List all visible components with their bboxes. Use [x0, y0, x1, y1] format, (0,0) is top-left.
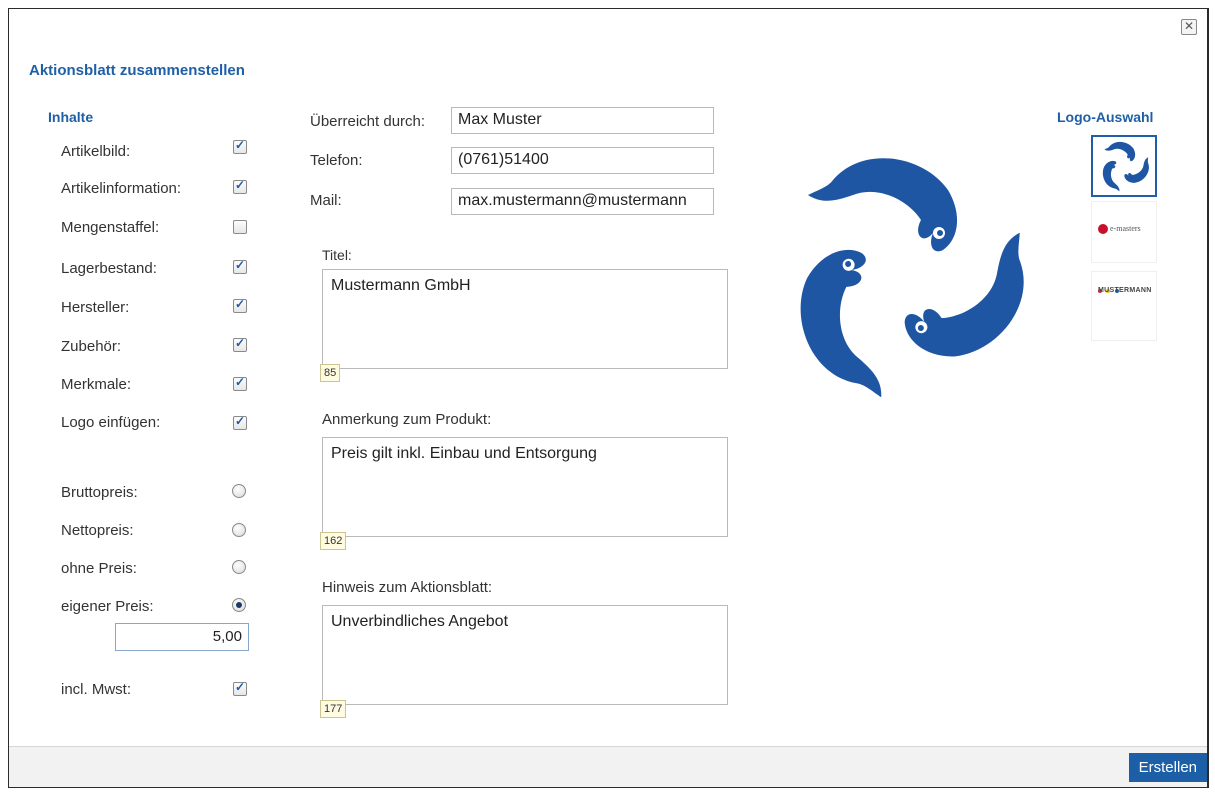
radio-ohne-preis[interactable]	[232, 560, 246, 574]
close-icon[interactable]: ✕	[1181, 19, 1197, 35]
checkbox-merkmale[interactable]	[233, 375, 247, 391]
mustermann-logo-text: MUSTERMANN	[1098, 287, 1152, 294]
phone-input[interactable]: (0761)51400	[451, 147, 714, 174]
dialog-title: Aktionsblatt zusammenstellen	[29, 62, 245, 79]
presented-by-input[interactable]: Max Muster	[451, 107, 714, 134]
dialog-window: ✕ Aktionsblatt zusammenstellen Inhalte A…	[8, 8, 1209, 788]
radio-bruttopreis[interactable]	[232, 484, 246, 498]
checkbox-mengenstaffel[interactable]	[233, 220, 247, 234]
price-label-brutto: Bruttopreis:	[61, 484, 138, 501]
dialog-footer: Erstellen	[9, 746, 1207, 787]
mail-label: Mail:	[310, 192, 342, 209]
option-label-zubehoer: Zubehör:	[61, 338, 122, 355]
checkbox-artikelinformation[interactable]	[233, 178, 247, 194]
radio-eigener-preis[interactable]	[232, 598, 246, 612]
hint-char-counter: 177	[320, 700, 347, 718]
option-label-logo-einfuegen: Logo einfügen:	[61, 414, 161, 431]
title-label: Titel:	[322, 247, 352, 263]
note-textarea[interactable]: Preis gilt inkl. Einbau und Entsorgung	[322, 437, 728, 537]
title-textarea[interactable]: Mustermann GmbH	[322, 269, 728, 369]
option-label-merkmale: Merkmale:	[61, 376, 132, 393]
mwst-label: incl. Mwst:	[61, 681, 132, 698]
checkbox-incl-mwst[interactable]	[233, 680, 247, 696]
title-char-counter: 85	[320, 364, 341, 382]
fish-logo-preview	[800, 158, 1024, 398]
emasters-logo-text: e-masters	[1110, 224, 1141, 233]
price-label-eigener: eigener Preis:	[61, 598, 154, 615]
note-char-counter: 162	[320, 532, 347, 550]
logo-selection-heading: Logo-Auswahl	[1057, 109, 1154, 125]
inhalte-heading: Inhalte	[48, 109, 94, 125]
checkbox-hersteller[interactable]	[233, 297, 247, 313]
price-label-ohne: ohne Preis:	[61, 560, 137, 577]
checkbox-artikelbild[interactable]	[233, 138, 247, 154]
option-label-lagerbestand: Lagerbestand:	[61, 260, 157, 277]
logo-option-fish[interactable]	[1091, 135, 1157, 197]
logo-option-mustermann[interactable]: MUSTERMANN	[1091, 271, 1157, 341]
custom-price-input[interactable]: 5,00	[115, 623, 249, 651]
hint-label: Hinweis zum Aktionsblatt:	[322, 579, 493, 596]
emasters-mark-icon	[1098, 224, 1108, 234]
checkbox-logo-einfuegen[interactable]	[233, 414, 247, 430]
phone-label: Telefon:	[310, 152, 363, 169]
checkbox-lagerbestand[interactable]	[233, 258, 247, 274]
checkbox-zubehoer[interactable]	[233, 336, 247, 352]
note-label: Anmerkung zum Produkt:	[322, 411, 492, 428]
price-label-netto: Nettopreis:	[61, 522, 134, 539]
option-label-artikelinformation: Artikelinformation:	[61, 180, 182, 197]
logo-option-emasters[interactable]: e-masters	[1091, 201, 1157, 263]
hint-textarea[interactable]: Unverbindliches Angebot	[322, 605, 728, 705]
radio-nettopreis[interactable]	[232, 523, 246, 537]
option-label-artikelbild: Artikelbild:	[61, 143, 131, 160]
mail-input[interactable]: max.mustermann@mustermann	[451, 188, 714, 215]
option-label-hersteller: Hersteller:	[61, 299, 130, 316]
option-label-mengenstaffel: Mengenstaffel:	[61, 219, 160, 236]
presented-by-label: Überreicht durch:	[310, 113, 426, 130]
fish-logo-icon	[1102, 141, 1149, 192]
erstellen-button[interactable]: Erstellen	[1128, 753, 1207, 782]
